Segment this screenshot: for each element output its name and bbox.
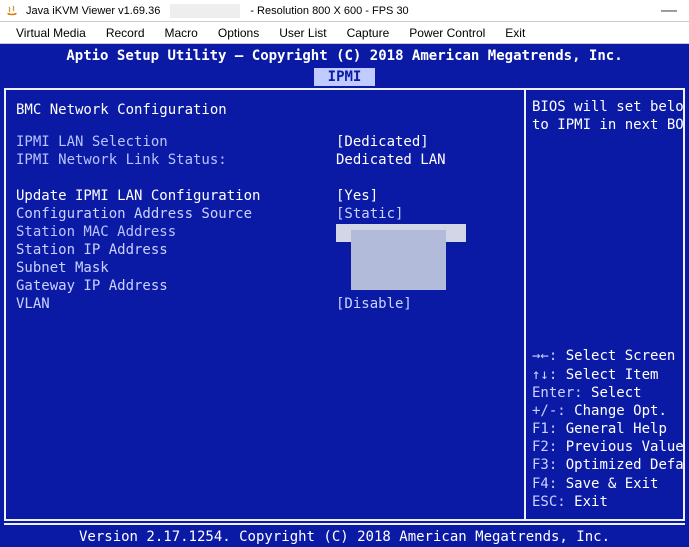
bios-header: Aptio Setup Utility – Copyright (C) 2018… [0,44,689,68]
menu-options[interactable]: Options [208,24,269,42]
row-lan-selection: IPMI LAN Selection [Dedicated] [16,134,514,152]
key-f2: F2: [532,439,557,455]
side-line-2: to IPMI in next BOOT [532,116,677,134]
menu-virtual-media[interactable]: Virtual Media [6,24,96,42]
key-f4: F4: [532,476,557,492]
help-select-item: Select Item [566,367,659,383]
row-update-ipmi[interactable]: Update IPMI LAN Configuration [Yes] [16,188,514,206]
menu-capture[interactable]: Capture [337,24,400,42]
menu-power-control[interactable]: Power Control [399,24,495,42]
values-redacted-block [351,230,446,290]
window-controls: — [661,3,685,19]
lan-selection-value: [Dedicated] [336,134,429,152]
arrow-lr-icon: →←: [532,348,557,364]
help-esc: Exit [574,494,608,510]
redacted-host [170,4,240,18]
lan-selection-label: IPMI LAN Selection [16,134,336,152]
help-f4: Save & Exit [566,476,659,492]
help-enter: Select [591,385,642,401]
side-help-keys: →←: Select Screen ↑↓: Select Item Enter:… [532,337,677,511]
key-pm: +/-: [532,403,566,419]
bios-main-pane: BMC Network Configuration IPMI LAN Selec… [6,90,526,519]
menubar: Virtual Media Record Macro Options User … [0,22,689,44]
menu-record[interactable]: Record [96,24,155,42]
subnet-label: Subnet Mask [16,260,336,278]
row-config-source[interactable]: Configuration Address Source [Static] [16,206,514,224]
help-f2: Previous Values [566,439,683,455]
menu-macro[interactable]: Macro [155,24,208,42]
row-vlan[interactable]: VLAN [Disable] [16,296,514,314]
row-link-status: IPMI Network Link Status: Dedicated LAN [16,152,514,170]
help-f3: Optimized Default [566,457,683,473]
window-titlebar: Java iKVM Viewer v1.69.36 - Resolution 8… [0,0,689,22]
link-status-value: Dedicated LAN [336,152,446,170]
vlan-value: [Disable] [336,296,412,314]
window-title-post: - Resolution 800 X 600 - FPS 30 [250,5,408,17]
key-enter: Enter: [532,385,583,401]
tab-ipmi[interactable]: IPMI [314,68,376,86]
update-value: [Yes] [336,188,378,206]
update-label: Update IPMI LAN Configuration [16,188,336,206]
help-change-opt: Change Opt. [574,403,667,419]
key-f1: F1: [532,421,557,437]
vlan-label: VLAN [16,296,336,314]
link-status-label: IPMI Network Link Status: [16,152,336,170]
mac-label: Station MAC Address [16,224,336,242]
menu-exit[interactable]: Exit [495,24,535,42]
minimize-icon[interactable]: — [661,3,677,19]
arrow-ud-icon: ↑↓: [532,367,557,383]
bios-side-pane: BIOS will set below s to IPMI in next BO… [526,90,683,519]
menu-user-list[interactable]: User List [269,24,336,42]
config-source-label: Configuration Address Source [16,206,336,224]
key-f3: F3: [532,457,557,473]
ip-label: Station IP Address [16,242,336,260]
page-title: BMC Network Configuration [16,102,514,118]
help-select-screen: Select Screen [566,348,676,364]
bios-footer: Version 2.17.1254. Copyright (C) 2018 Am… [4,523,685,547]
side-description: BIOS will set below s to IPMI in next BO… [532,98,677,337]
java-icon [4,3,20,19]
window-title-pre: Java iKVM Viewer v1.69.36 [26,5,160,17]
bios-screen: Aptio Setup Utility – Copyright (C) 2018… [0,44,689,547]
help-f1: General Help [566,421,667,437]
bios-tab-row: IPMI [0,68,689,88]
gateway-label: Gateway IP Address [16,278,336,296]
side-line-1: BIOS will set below s [532,98,677,116]
key-esc: ESC: [532,494,566,510]
config-source-value: [Static] [336,206,403,224]
bios-content: BMC Network Configuration IPMI LAN Selec… [4,88,685,521]
